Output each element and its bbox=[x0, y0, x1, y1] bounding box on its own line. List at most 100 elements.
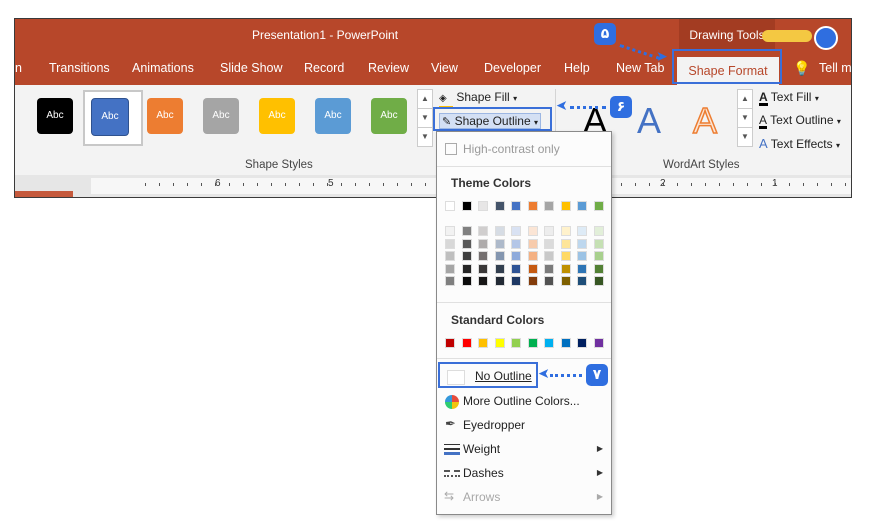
standard-color-swatch[interactable] bbox=[511, 338, 521, 348]
style-preset-gray[interactable]: Abc bbox=[203, 98, 239, 134]
theme-shade-swatch[interactable] bbox=[511, 251, 521, 261]
text-fill-button[interactable]: A Text Fill ▾ bbox=[759, 90, 819, 106]
standard-color-swatch[interactable] bbox=[461, 338, 472, 348]
eyedropper-item[interactable]: ✒ Eyedropper bbox=[437, 414, 611, 438]
tell-me-box[interactable]: Tell m bbox=[819, 51, 851, 85]
standard-color-swatch[interactable] bbox=[527, 338, 538, 348]
tab-slide-show[interactable]: Slide Show bbox=[220, 51, 283, 85]
theme-shade-swatch[interactable] bbox=[577, 226, 587, 236]
style-preset-green[interactable]: Abc bbox=[371, 98, 407, 134]
theme-shade-swatch[interactable] bbox=[494, 263, 505, 274]
theme-color-swatch[interactable] bbox=[560, 201, 571, 211]
lightbulb-icon[interactable]: 💡 bbox=[793, 51, 810, 85]
gallery-scroll-down[interactable]: ▼ bbox=[417, 108, 433, 128]
theme-shade-swatch[interactable] bbox=[544, 238, 554, 249]
theme-shade-swatch[interactable] bbox=[494, 226, 505, 236]
theme-shade-swatch[interactable] bbox=[593, 238, 604, 249]
theme-shade-swatch[interactable] bbox=[478, 226, 488, 236]
style-preset-gold[interactable]: Abc bbox=[259, 98, 295, 134]
tab-animations[interactable]: Animations bbox=[132, 51, 194, 85]
theme-shade-swatch[interactable] bbox=[560, 226, 571, 236]
standard-color-swatch[interactable] bbox=[593, 338, 604, 348]
theme-color-swatch[interactable] bbox=[461, 201, 472, 211]
high-contrast-toggle[interactable]: High-contrast only bbox=[437, 138, 611, 162]
wordart-sample-blue[interactable]: A bbox=[637, 100, 661, 142]
theme-shade-swatch[interactable] bbox=[445, 226, 455, 236]
theme-shade-swatch[interactable] bbox=[445, 276, 455, 286]
wordart-scroll-up[interactable]: ▲ bbox=[737, 89, 753, 109]
tab-transitions[interactable]: Transitions bbox=[49, 51, 110, 85]
theme-shade-swatch[interactable] bbox=[527, 276, 538, 286]
theme-shade-swatch[interactable] bbox=[527, 263, 538, 274]
theme-shade-swatch[interactable] bbox=[445, 238, 455, 249]
theme-shade-swatch[interactable] bbox=[560, 276, 571, 286]
theme-shade-swatch[interactable] bbox=[544, 263, 554, 274]
theme-shade-swatch[interactable] bbox=[478, 276, 488, 286]
theme-shade-swatch[interactable] bbox=[445, 263, 455, 274]
theme-shade-swatch[interactable] bbox=[593, 263, 604, 274]
theme-shade-swatch[interactable] bbox=[544, 276, 554, 286]
theme-shade-swatch[interactable] bbox=[461, 276, 472, 286]
style-preset-black[interactable]: Abc bbox=[37, 98, 73, 134]
theme-shade-swatch[interactable] bbox=[577, 251, 587, 261]
more-outline-colors-item[interactable]: More Outline Colors... bbox=[437, 390, 611, 414]
wordart-more[interactable]: ▼ bbox=[737, 127, 753, 147]
standard-color-swatch[interactable] bbox=[560, 338, 571, 348]
theme-shade-swatch[interactable] bbox=[478, 251, 488, 261]
theme-shade-swatch[interactable] bbox=[494, 238, 505, 249]
tab-view[interactable]: View bbox=[431, 51, 458, 85]
theme-shade-swatch[interactable] bbox=[577, 263, 587, 274]
tab-help[interactable]: Help bbox=[564, 51, 590, 85]
tab-review[interactable]: Review bbox=[368, 51, 409, 85]
theme-shade-swatch[interactable] bbox=[560, 263, 571, 274]
style-preset-blue[interactable]: Abc bbox=[91, 98, 129, 136]
theme-color-swatch[interactable] bbox=[494, 201, 505, 211]
theme-shade-swatch[interactable] bbox=[478, 263, 488, 274]
tab-insert-partial[interactable]: n bbox=[15, 51, 22, 85]
theme-shade-swatch[interactable] bbox=[494, 276, 505, 286]
standard-color-swatch[interactable] bbox=[544, 338, 554, 348]
theme-color-swatch[interactable] bbox=[478, 201, 488, 211]
theme-shade-swatch[interactable] bbox=[527, 238, 538, 249]
gallery-scroll-up[interactable]: ▲ bbox=[417, 89, 433, 109]
theme-shade-swatch[interactable] bbox=[445, 251, 455, 261]
theme-shade-swatch[interactable] bbox=[577, 276, 587, 286]
wordart-scroll-down[interactable]: ▼ bbox=[737, 108, 753, 128]
theme-shade-swatch[interactable] bbox=[511, 226, 521, 236]
standard-color-swatch[interactable] bbox=[577, 338, 587, 348]
theme-shade-swatch[interactable] bbox=[577, 238, 587, 249]
standard-color-swatch[interactable] bbox=[445, 338, 455, 348]
dashes-item[interactable]: Dashes ▶ bbox=[437, 462, 611, 486]
theme-shade-swatch[interactable] bbox=[560, 251, 571, 261]
theme-shade-swatch[interactable] bbox=[593, 251, 604, 261]
text-outline-button[interactable]: A Text Outline ▾ bbox=[759, 113, 841, 129]
theme-color-swatch[interactable] bbox=[445, 201, 455, 211]
tab-developer[interactable]: Developer bbox=[484, 51, 541, 85]
theme-shade-swatch[interactable] bbox=[461, 263, 472, 274]
theme-color-swatch[interactable] bbox=[527, 201, 538, 211]
tab-record[interactable]: Record bbox=[304, 51, 344, 85]
theme-shade-swatch[interactable] bbox=[511, 263, 521, 274]
theme-shade-swatch[interactable] bbox=[593, 276, 604, 286]
theme-color-swatch[interactable] bbox=[511, 201, 521, 211]
theme-shade-swatch[interactable] bbox=[461, 238, 472, 249]
weight-item[interactable]: Weight ▶ bbox=[437, 438, 611, 462]
style-preset-orange[interactable]: Abc bbox=[147, 98, 183, 134]
theme-shade-swatch[interactable] bbox=[478, 238, 488, 249]
text-effects-button[interactable]: A Text Effects ▾ bbox=[759, 136, 840, 151]
theme-shade-swatch[interactable] bbox=[461, 251, 472, 261]
theme-shade-swatch[interactable] bbox=[544, 251, 554, 261]
theme-shade-swatch[interactable] bbox=[494, 251, 505, 261]
theme-color-swatch[interactable] bbox=[577, 201, 587, 211]
theme-shade-swatch[interactable] bbox=[560, 238, 571, 249]
theme-shade-swatch[interactable] bbox=[527, 226, 538, 236]
theme-shade-swatch[interactable] bbox=[511, 276, 521, 286]
theme-shade-swatch[interactable] bbox=[511, 238, 521, 249]
theme-color-swatch[interactable] bbox=[593, 201, 604, 211]
theme-shade-swatch[interactable] bbox=[544, 226, 554, 236]
standard-color-swatch[interactable] bbox=[494, 338, 505, 348]
theme-color-swatch[interactable] bbox=[544, 201, 554, 211]
standard-color-swatch[interactable] bbox=[478, 338, 488, 348]
gallery-more[interactable]: ▼ bbox=[417, 127, 433, 147]
theme-shade-swatch[interactable] bbox=[593, 226, 604, 236]
